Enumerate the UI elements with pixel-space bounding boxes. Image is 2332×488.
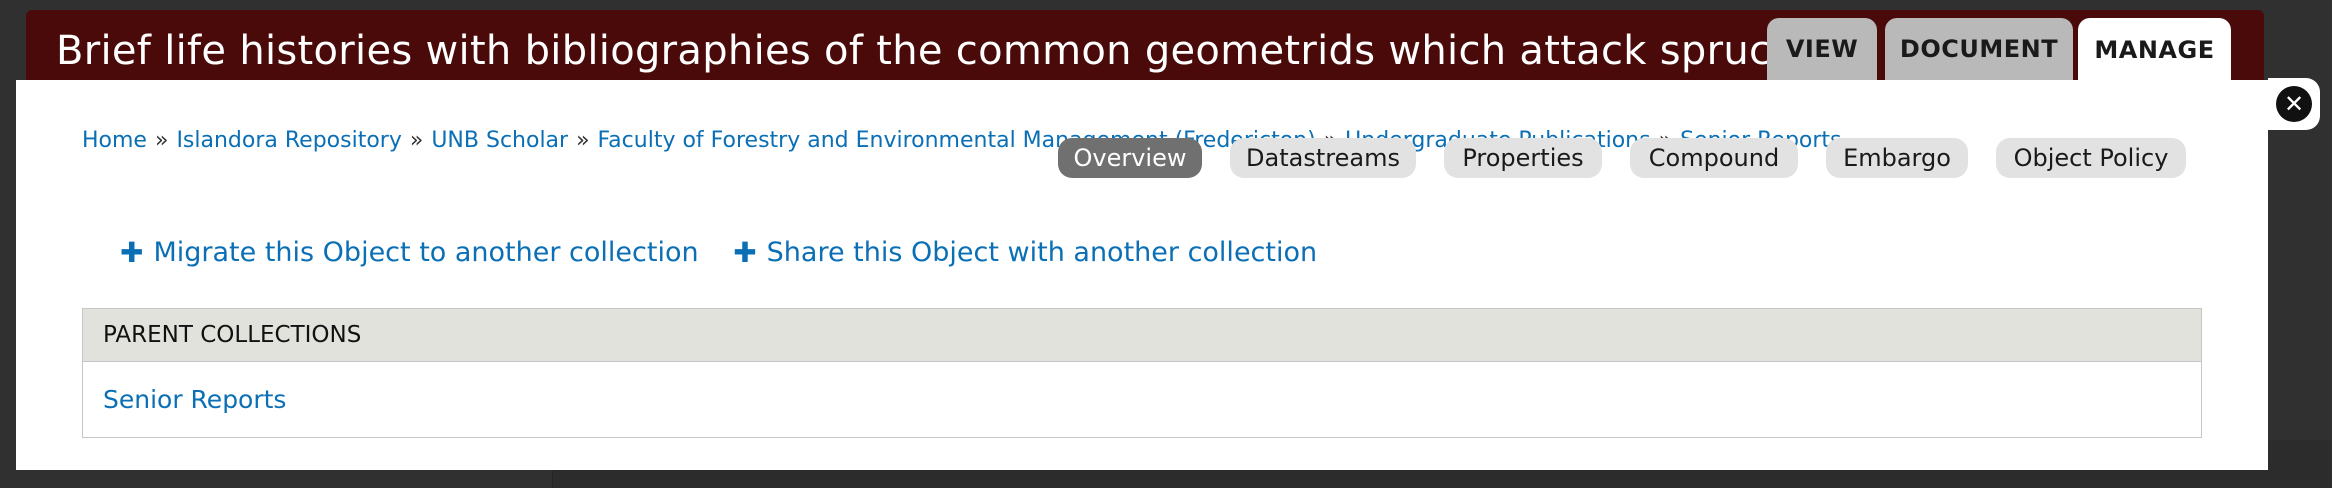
breadcrumb-separator: » [409, 128, 424, 153]
tab-document[interactable]: DOCUMENT [1885, 18, 2073, 80]
parent-collections-header: PARENT COLLECTIONS [83, 309, 2201, 362]
tab-view-label: VIEW [1785, 35, 1859, 63]
subtab-object-policy[interactable]: Object Policy [1996, 138, 2186, 178]
breadcrumb-unb-scholar[interactable]: UNB Scholar [431, 128, 568, 153]
subtab-overview[interactable]: Overview [1058, 138, 1202, 178]
object-actions: ✚ Migrate this Object to another collect… [120, 236, 1343, 269]
subtab-embargo[interactable]: Embargo [1826, 138, 1968, 178]
close-icon: ✕ [2276, 86, 2312, 122]
breadcrumb-faculty[interactable]: Faculty of Forestry and Environmental Ma… [598, 128, 1316, 153]
breadcrumb-islandora-repository[interactable]: Islandora Repository [176, 128, 401, 153]
migrate-object-label: Migrate this Object to another collectio… [153, 237, 699, 268]
subtab-overview-label: Overview [1073, 144, 1187, 172]
tab-document-label: DOCUMENT [1899, 35, 2059, 63]
subtab-compound[interactable]: Compound [1630, 138, 1798, 178]
page-title: Brief life histories with bibliographies… [56, 28, 1860, 74]
parent-collections-table: PARENT COLLECTIONS Senior Reports [82, 308, 2202, 438]
share-object-label: Share this Object with another collectio… [766, 237, 1318, 268]
tab-manage[interactable]: MANAGE [2078, 18, 2231, 82]
close-overlay-button[interactable]: ✕ [2268, 78, 2320, 130]
tab-manage-label: MANAGE [2094, 36, 2215, 64]
migrate-object-link[interactable]: ✚ Migrate this Object to another collect… [120, 236, 699, 269]
subtab-datastreams[interactable]: Datastreams [1230, 138, 1416, 178]
subtab-embargo-label: Embargo [1843, 144, 1951, 172]
subtab-properties[interactable]: Properties [1444, 138, 1602, 178]
parent-collection-link[interactable]: Senior Reports [103, 385, 286, 414]
breadcrumb-separator: » [576, 128, 590, 153]
subtab-compound-label: Compound [1648, 144, 1780, 172]
subtab-datastreams-label: Datastreams [1246, 144, 1400, 172]
table-row: Senior Reports [83, 362, 2201, 436]
subtab-properties-label: Properties [1462, 144, 1584, 172]
plus-icon: ✚ [733, 236, 757, 269]
plus-icon: ✚ [120, 236, 144, 269]
breadcrumb-separator: » [154, 128, 169, 153]
tab-view[interactable]: VIEW [1767, 18, 1877, 80]
subtab-object-policy-label: Object Policy [2013, 144, 2169, 172]
breadcrumb-home[interactable]: Home [82, 128, 147, 153]
share-object-link[interactable]: ✚ Share this Object with another collect… [733, 236, 1317, 269]
